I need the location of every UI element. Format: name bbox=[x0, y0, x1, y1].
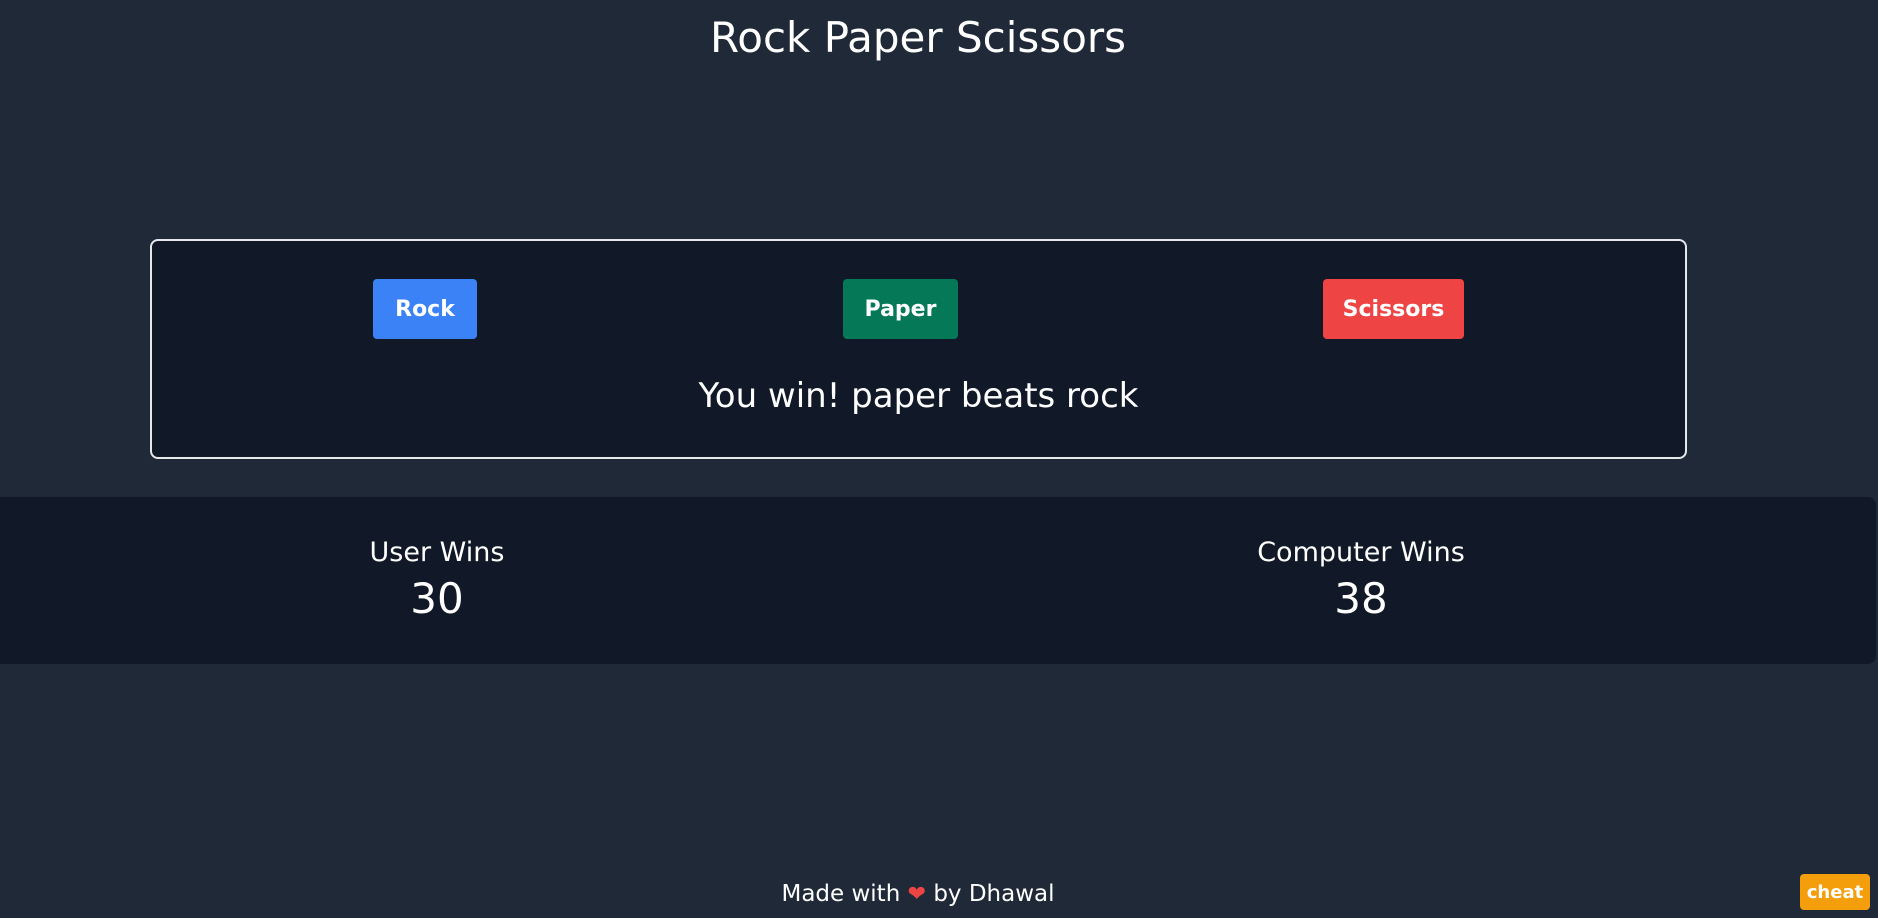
computer-wins-value: 38 bbox=[1334, 574, 1388, 623]
user-wins-value: 30 bbox=[410, 574, 464, 623]
cheat-button[interactable]: cheat bbox=[1800, 874, 1870, 910]
result-message: You win! paper beats rock bbox=[698, 376, 1139, 416]
heart-icon: ❤ bbox=[907, 882, 927, 907]
footer: Made with ❤ by Dhawal bbox=[0, 876, 1836, 913]
computer-score: Computer Wins 38 bbox=[1211, 535, 1511, 627]
computer-wins-label: Computer Wins bbox=[1257, 537, 1465, 568]
footer-suffix: by Dhawal bbox=[933, 881, 1055, 907]
scoreboard: User Wins 30 Computer Wins 38 bbox=[0, 497, 1876, 664]
footer-prefix: Made with bbox=[781, 881, 901, 907]
game-card: Rock Paper Scissors You win! paper beats… bbox=[150, 239, 1687, 459]
user-wins-label: User Wins bbox=[369, 537, 505, 568]
paper-button[interactable]: Paper bbox=[843, 279, 958, 339]
rock-button[interactable]: Rock bbox=[373, 279, 477, 339]
user-score: User Wins 30 bbox=[337, 535, 537, 627]
scissors-button[interactable]: Scissors bbox=[1323, 279, 1464, 339]
page-title: Rock Paper Scissors bbox=[709, 13, 1127, 62]
page: Rock Paper Scissors Rock Paper Scissors … bbox=[0, 0, 1878, 918]
